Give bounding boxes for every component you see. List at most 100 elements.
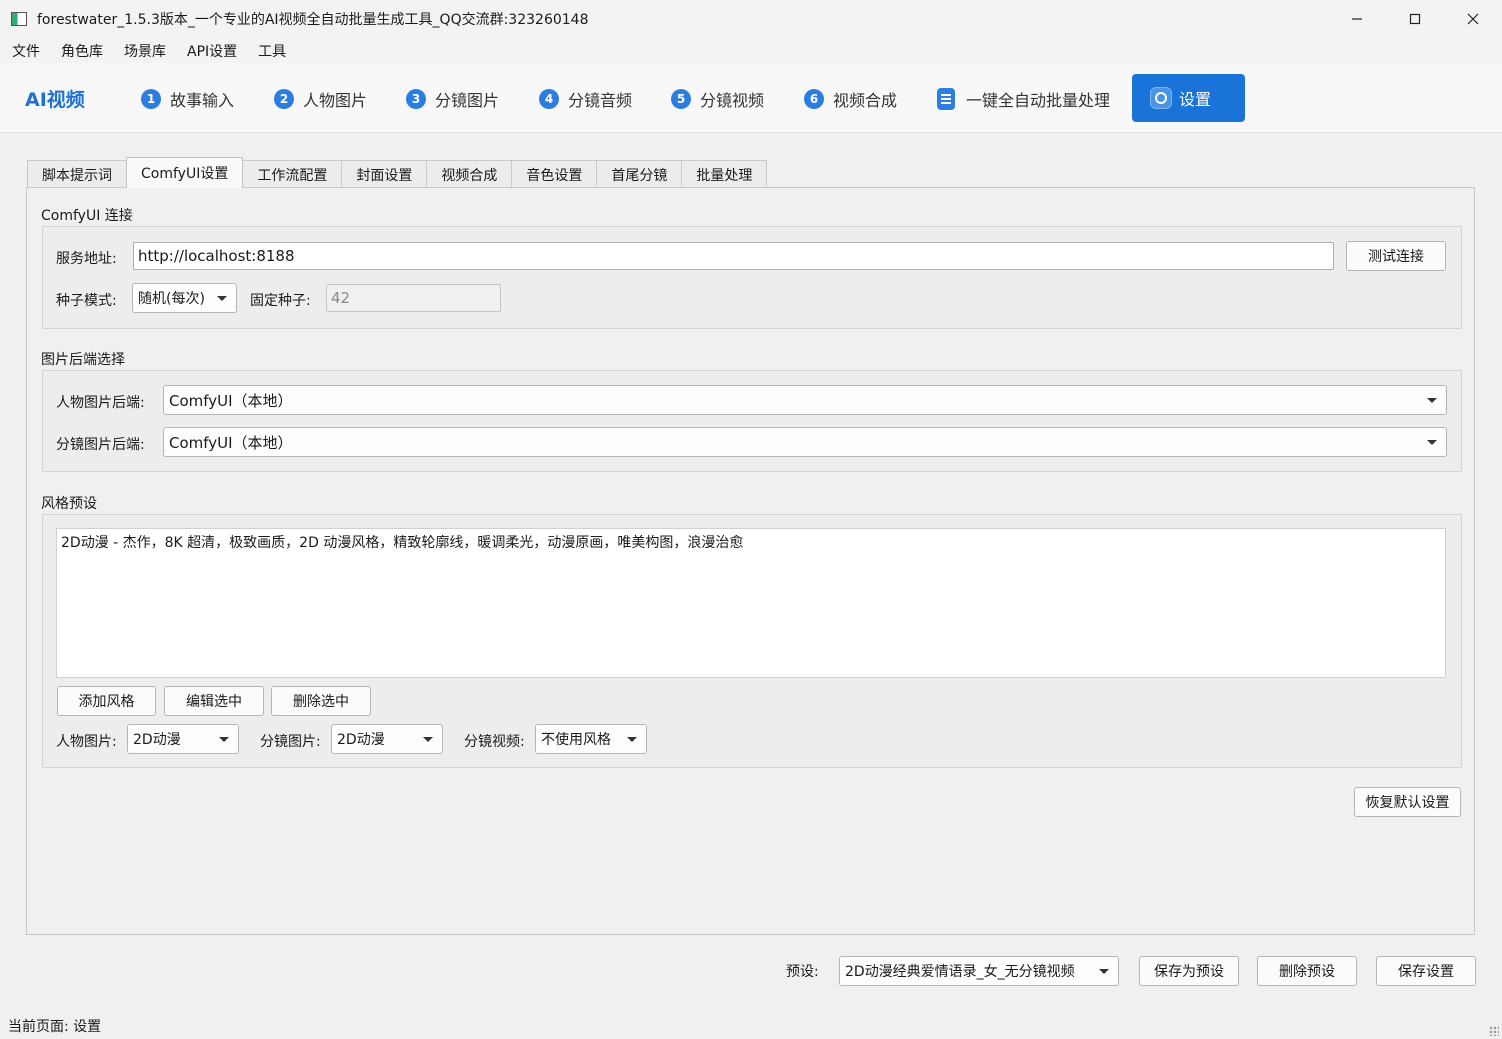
chevron-down-icon	[219, 737, 229, 742]
comfyui-group-title: ComfyUI 连接	[41, 208, 133, 224]
minimize-button[interactable]	[1328, 0, 1386, 38]
nav-step-settings[interactable]: 设置	[1132, 74, 1245, 122]
chevron-down-icon	[1427, 398, 1437, 403]
preset-value: 2D动漫经典爱情语录_女_无分镜视频	[845, 964, 1075, 980]
brand-logo: AI视频	[25, 89, 85, 111]
status-text: 当前页面: 设置	[8, 1018, 102, 1035]
tab-cover-settings[interactable]: 封面设置	[341, 160, 428, 188]
style-preset-group: 2D动漫 - 杰作，8K 超清，极致画质，2D 动漫风格，精致轮廓线，暖调柔光，…	[42, 514, 1462, 768]
window-title: forestwater_1.5.3版本_一个专业的AI视频全自动批量生成工具_Q…	[37, 12, 589, 28]
seed-mode-label: 种子模式:	[56, 293, 117, 309]
tab-voice-settings[interactable]: 音色设置	[511, 160, 598, 188]
nav-step-character-images[interactable]: 2 人物图片	[274, 87, 367, 111]
restore-defaults-button[interactable]: 恢复默认设置	[1354, 787, 1461, 817]
storyboard-backend-select[interactable]: ComfyUI（本地）	[163, 427, 1447, 457]
document-icon	[937, 88, 955, 110]
step-label: 视频合成	[833, 91, 898, 110]
chevron-down-icon	[627, 737, 637, 742]
seed-mode-value: 随机(每次)	[138, 291, 205, 307]
style-list[interactable]: 2D动漫 - 杰作，8K 超清，极致画质，2D 动漫风格，精致轮廓线，暖调柔光，…	[56, 528, 1446, 678]
settings-icon	[1150, 87, 1172, 109]
tab-script-prompts[interactable]: 脚本提示词	[27, 160, 127, 188]
maximize-icon	[1409, 13, 1421, 25]
step-label: 故事输入	[170, 91, 235, 110]
close-button[interactable]	[1444, 0, 1502, 38]
nav-step-storyboard-audio[interactable]: 4 分镜音频	[539, 87, 632, 111]
nav-step-video-compose[interactable]: 6 视频合成	[804, 87, 897, 111]
step-label: 设置	[1179, 90, 1212, 109]
edit-selected-button[interactable]: 编辑选中	[164, 686, 264, 716]
style-group-title: 风格预设	[41, 496, 97, 512]
menu-tools[interactable]: 工具	[249, 41, 295, 61]
step-number-badge: 2	[274, 89, 294, 109]
nav-step-storyboard-images[interactable]: 3 分镜图片	[406, 87, 499, 111]
chevron-down-icon	[1427, 440, 1437, 445]
resize-grip-icon[interactable]	[1489, 1026, 1499, 1036]
storyboard-backend-label: 分镜图片后端:	[56, 437, 145, 453]
preset-select[interactable]: 2D动漫经典爱情语录_女_无分镜视频	[839, 956, 1119, 986]
character-style-label: 人物图片:	[56, 734, 117, 750]
server-address-label: 服务地址:	[56, 251, 117, 267]
chevron-down-icon	[1099, 969, 1109, 974]
tab-batch-process[interactable]: 批量处理	[681, 160, 768, 188]
maximize-button[interactable]	[1386, 0, 1444, 38]
tab-video-compose[interactable]: 视频合成	[426, 160, 513, 188]
step-label: 分镜音频	[568, 91, 633, 110]
menu-file[interactable]: 文件	[3, 41, 49, 61]
add-style-button[interactable]: 添加风格	[57, 686, 156, 716]
tab-head-tail-storyboard[interactable]: 首尾分镜	[596, 160, 683, 188]
menu-api-settings[interactable]: API设置	[178, 41, 246, 61]
list-item[interactable]: 2D动漫 - 杰作，8K 超清，极致画质，2D 动漫风格，精致轮廓线，暖调柔光，…	[61, 532, 1441, 552]
step-label: 人物图片	[303, 91, 368, 110]
step-label: 一键全自动批量处理	[966, 91, 1111, 110]
character-backend-value: ComfyUI（本地）	[169, 391, 293, 410]
menu-character-library[interactable]: 角色库	[52, 41, 112, 61]
status-bar: 当前页面: 设置	[0, 1012, 1502, 1039]
step-number-badge: 6	[804, 89, 824, 109]
character-style-value: 2D动漫	[133, 732, 181, 748]
save-settings-button[interactable]: 保存设置	[1376, 956, 1476, 986]
step-label: 分镜图片	[435, 91, 500, 110]
preset-label: 预设:	[786, 964, 819, 980]
chevron-down-icon	[423, 737, 433, 742]
step-number-badge: 3	[406, 89, 426, 109]
settings-tabs: 脚本提示词 ComfyUI设置 工作流配置 封面设置 视频合成 音色设置 首尾分…	[27, 157, 768, 188]
video-style-value: 不使用风格	[541, 732, 611, 748]
nav-step-batch-process[interactable]: 一键全自动批量处理	[937, 87, 1110, 111]
test-connection-button[interactable]: 测试连接	[1346, 241, 1446, 271]
step-number-badge: 4	[539, 89, 559, 109]
comfyui-connection-group: 服务地址: http://localhost:8188 测试连接 种子模式: 随…	[42, 226, 1462, 329]
nav-step-storyboard-video[interactable]: 5 分镜视频	[671, 87, 764, 111]
delete-selected-button[interactable]: 删除选中	[271, 686, 371, 716]
video-style-label: 分镜视频:	[464, 734, 525, 750]
storyboard-style-value: 2D动漫	[337, 732, 385, 748]
video-style-select[interactable]: 不使用风格	[535, 724, 647, 754]
close-icon	[1467, 13, 1479, 25]
server-address-input[interactable]: http://localhost:8188	[133, 242, 1334, 270]
seed-mode-select[interactable]: 随机(每次)	[132, 283, 237, 313]
minimize-icon	[1352, 18, 1362, 20]
step-number-badge: 1	[141, 89, 161, 109]
fixed-seed-input[interactable]: 42	[326, 284, 501, 312]
image-backend-group: 人物图片后端: ComfyUI（本地） 分镜图片后端: ComfyUI（本地）	[42, 370, 1462, 472]
title-bar: forestwater_1.5.3版本_一个专业的AI视频全自动批量生成工具_Q…	[0, 0, 1502, 38]
tab-comfyui-settings[interactable]: ComfyUI设置	[126, 157, 244, 188]
app-icon	[11, 12, 27, 26]
fixed-seed-label: 固定种子:	[250, 293, 311, 309]
storyboard-backend-value: ComfyUI（本地）	[169, 433, 293, 452]
chevron-down-icon	[217, 296, 227, 301]
step-label: 分镜视频	[700, 91, 765, 110]
character-style-select[interactable]: 2D动漫	[127, 724, 239, 754]
step-number-badge: 5	[671, 89, 691, 109]
menu-bar: 文件 角色库 场景库 API设置 工具	[0, 38, 1502, 63]
settings-panel: ComfyUI 连接 服务地址: http://localhost:8188 测…	[26, 187, 1475, 935]
storyboard-style-select[interactable]: 2D动漫	[331, 724, 443, 754]
nav-step-story-input[interactable]: 1 故事输入	[141, 87, 234, 111]
character-backend-select[interactable]: ComfyUI（本地）	[163, 385, 1447, 415]
character-backend-label: 人物图片后端:	[56, 395, 145, 411]
delete-preset-button[interactable]: 删除预设	[1257, 956, 1357, 986]
tab-workflow-config[interactable]: 工作流配置	[242, 160, 343, 188]
menu-scene-library[interactable]: 场景库	[115, 41, 175, 61]
step-navbar: AI视频 1 故事输入 2 人物图片 3 分镜图片 4 分镜音频 5 分镜视频 …	[0, 63, 1502, 133]
save-as-preset-button[interactable]: 保存为预设	[1139, 956, 1239, 986]
